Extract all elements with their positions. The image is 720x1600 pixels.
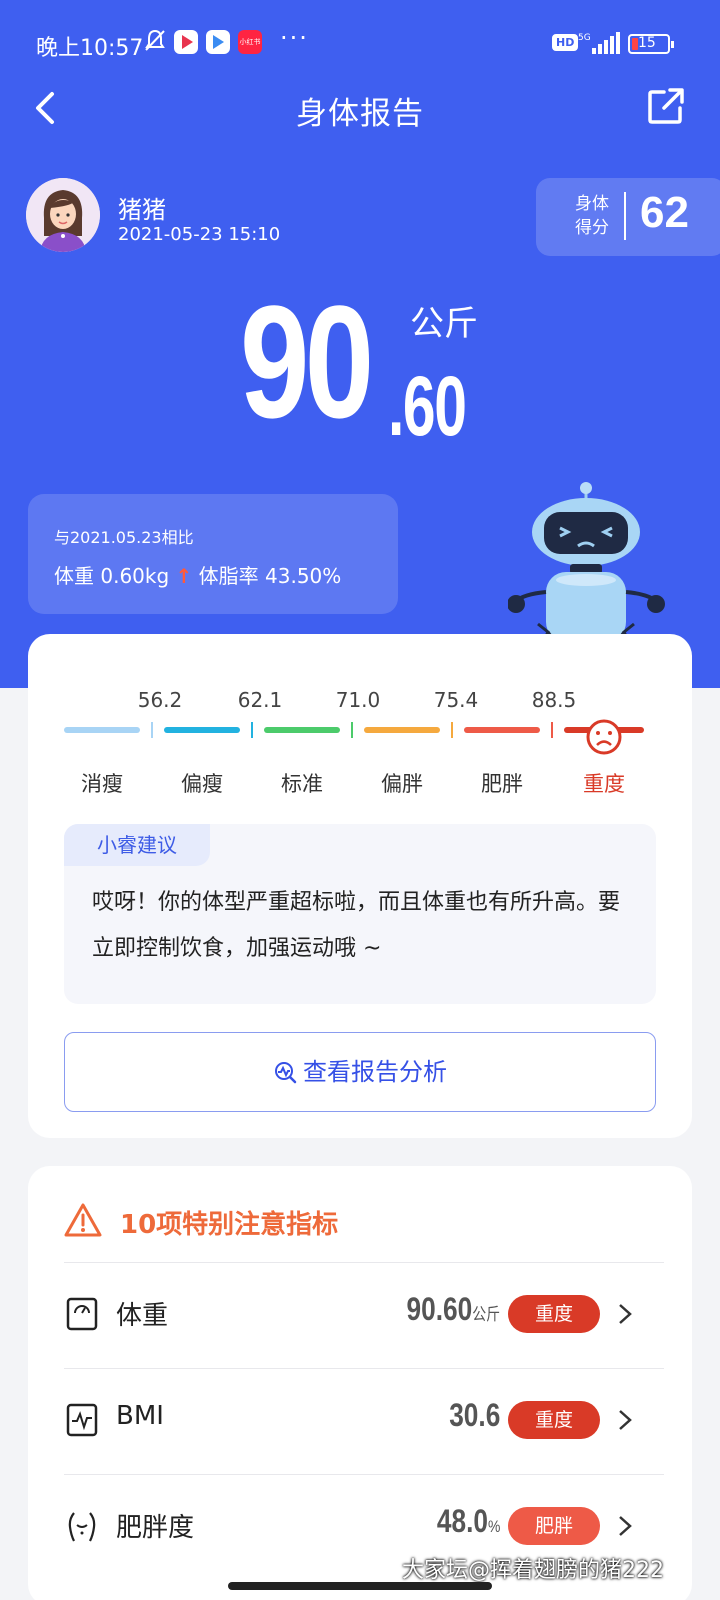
category-label: 肥胖 [481,772,523,796]
indicator-number: 90.60 [406,1291,473,1327]
score-value: 62 [640,188,689,237]
body-type-card: 56.2 62.1 71.0 75.4 88.5 消瘦 偏瘦 标准 偏胖 肥胖 … [28,634,692,1138]
network-label: 5G [578,33,591,43]
comparison-date: 与2021.05.23相比 [54,528,194,547]
xiaohongshu-icon: 小红书 [238,30,262,54]
comparison-stats: 体重 0.60kg ↑ 体脂率 43.50% [54,560,341,589]
avatar[interactable] [26,178,100,252]
mute-bell-icon [145,29,165,51]
scale-segment [64,727,140,733]
page-title: 身体报告 [296,96,424,132]
scale-tick [351,722,353,738]
view-report-label: 查看报告分析 [303,1058,447,1086]
signal-icon: 5G [578,32,620,54]
advice-text: 哎呀！你的体型严重超标啦，而且体重也有所升高。要立即控制饮食，加强运动哦 ~ [92,890,621,961]
indicator-unit: % [487,1517,500,1536]
body-icon [68,1512,96,1542]
scale-tick [251,722,253,738]
score-label-line2: 得分 [575,218,609,238]
up-arrow-icon: ↑ [175,564,193,588]
indicator-value: 90.60公斤 [406,1291,500,1328]
fat-rate-value: 43.50% [265,564,342,588]
indicator-row-bmi[interactable]: BMI 30.6 重度 [64,1368,664,1474]
advice-box: 小睿建议 哎呀！你的体型严重超标啦，而且体重也有所升高。要立即控制饮食，加强运动… [64,824,656,1004]
indicator-row-weight[interactable]: 体重 90.60公斤 重度 [64,1262,664,1368]
scale-segment [164,727,240,733]
threshold-value: 88.5 [531,688,577,712]
category-label: 偏胖 [381,772,423,796]
category-label-active: 重度 [583,772,625,796]
scale-segment [464,727,540,733]
chevron-right-icon [619,1516,632,1536]
attention-card: 10项特别注意指标 体重 90.60公斤 重度 BMI 30.6 重度 肥胖度 … [28,1166,692,1600]
weight-change-label: 体重 [54,564,94,588]
scale-segment [264,727,340,733]
girl-avatar-icon [26,178,100,252]
analysis-icon [275,1062,297,1084]
indicator-name: 体重 [116,1301,169,1331]
hd-indicator: HD [552,34,579,51]
attention-title: 10项特别注意指标 [120,1210,339,1240]
indicator-name: 肥胖度 [116,1513,195,1543]
indicator-number: 48.0 [436,1503,488,1539]
threshold-value: 56.2 [137,688,183,712]
score-divider [624,192,626,240]
scale-tick [551,722,553,738]
view-report-button[interactable]: 查看报告分析 [64,1032,656,1112]
home-indicator[interactable] [228,1582,492,1590]
battery-icon: 15 [628,34,674,54]
score-label: 身体 得分 [572,192,612,240]
status-badge: 重度 [508,1401,600,1439]
indicator-unit: 公斤 [472,1305,500,1324]
indicator-number: 30.6 [448,1397,500,1433]
scale-tick [451,722,453,738]
threshold-value: 75.4 [433,688,479,712]
status-badge: 肥胖 [508,1507,600,1545]
body-type-scale [28,718,692,755]
video-app-icon [174,30,198,54]
weight-unit: 公斤 [410,304,478,344]
chevron-right-icon [619,1410,632,1430]
watermark: 大家坛@挥着翅膀的猪222 [402,1558,664,1583]
threshold-value: 71.0 [335,688,381,712]
play-store-icon [206,30,230,54]
comparison-box: 与2021.05.23相比 体重 0.60kg ↑ 体脂率 43.50% [28,494,398,614]
indicator-name: BMI [116,1401,164,1431]
weight-change-value: 0.60kg [100,564,170,588]
fat-rate-label: 体脂率 [198,564,259,588]
scale-icon [66,1297,98,1331]
category-label: 消瘦 [81,772,123,796]
share-icon[interactable] [646,86,686,126]
battery-level: 15 [638,35,656,51]
more-notifications-icon: ··· [280,24,309,52]
weight-integer: 90 [240,272,374,451]
indicator-value: 48.0% [437,1503,500,1540]
measure-datetime: 2021-05-23 15:10 [118,224,281,245]
status-bar: 晚上10:57 小红书 ··· HD 5G 15 [0,24,720,64]
warning-icon [64,1203,102,1237]
scale-segment [364,727,440,733]
category-label: 偏瘦 [181,772,223,796]
attention-list: 体重 90.60公斤 重度 BMI 30.6 重度 肥胖度 48.0% 肥胖 [64,1262,664,1580]
sad-face-indicator-icon [586,719,622,755]
scale-thresholds: 56.2 62.1 71.0 75.4 88.5 [28,688,692,712]
user-name: 猪猪 [118,196,166,224]
threshold-value: 62.1 [237,688,283,712]
score-label-line1: 身体 [575,194,609,214]
chevron-right-icon [619,1304,632,1324]
weight-decimal: .60 [388,359,467,453]
status-badge: 重度 [508,1295,600,1333]
scale-tick [151,722,153,738]
category-label: 标准 [281,772,323,796]
pulse-icon [66,1403,98,1437]
robot-mascot-icon [508,482,665,642]
advice-tag: 小睿建议 [64,824,210,866]
indicator-value: 30.6 [449,1397,500,1434]
status-time: 晚上10:57 [36,36,144,61]
body-score-card[interactable]: 身体 得分 62 [536,178,720,256]
